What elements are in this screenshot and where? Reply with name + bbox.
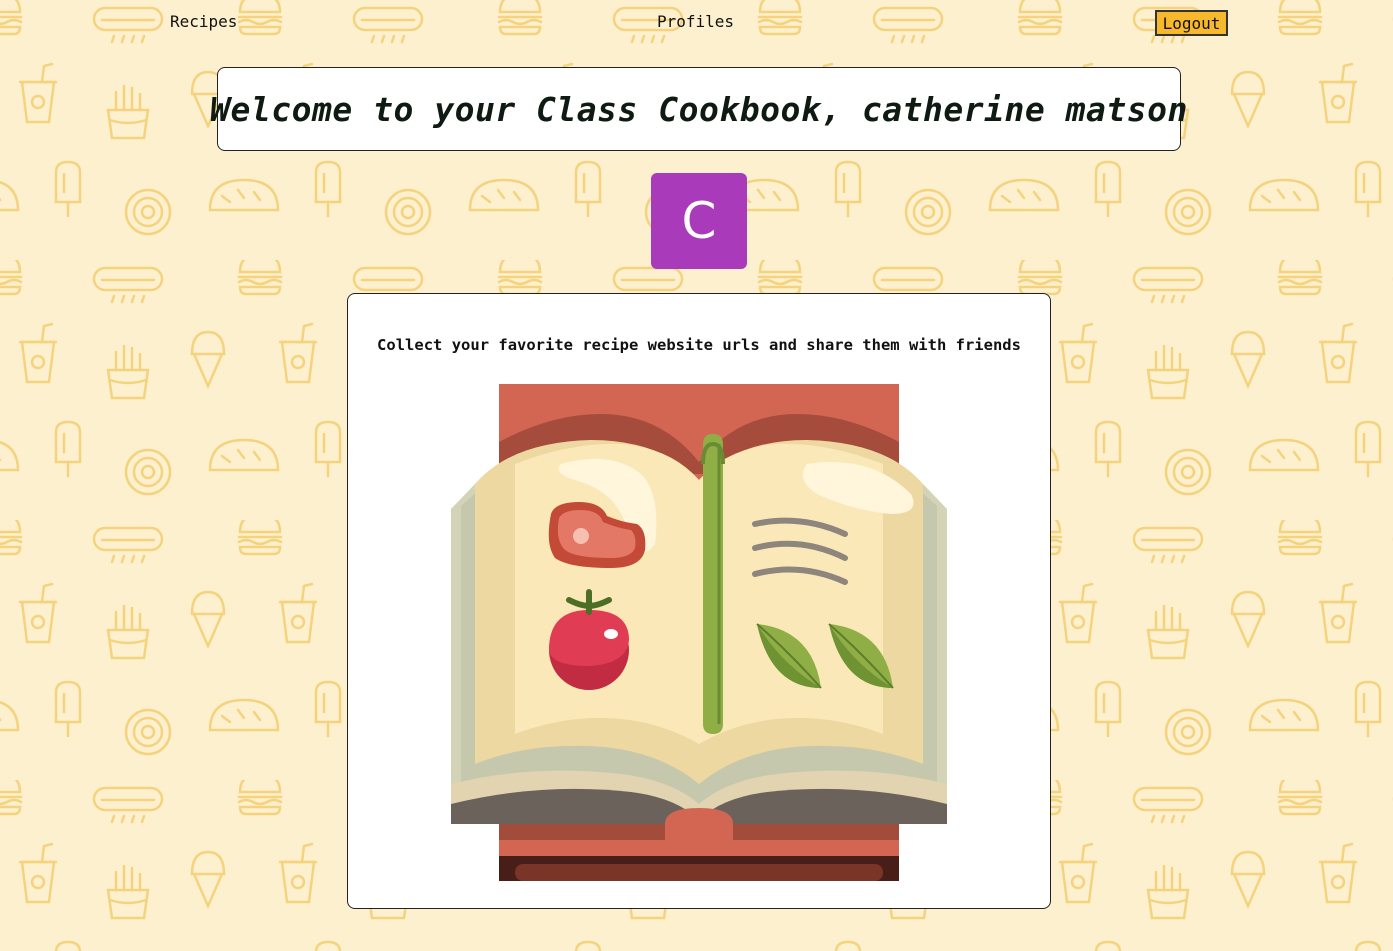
open-cookbook-icon (451, 384, 947, 881)
page-title: Welcome to your Class Cookbook, catherin… (210, 89, 1188, 129)
logout-button[interactable]: Logout (1155, 10, 1228, 36)
welcome-banner: Welcome to your Class Cookbook, catherin… (210, 67, 1187, 151)
intro-card: Collect your favorite recipe website url… (347, 293, 1051, 909)
avatar: C (651, 173, 747, 269)
nav-recipes-link[interactable]: Recipes (170, 12, 237, 31)
intro-tagline: Collect your favorite recipe website url… (377, 336, 1021, 354)
nav-profiles-link[interactable]: Profiles (657, 12, 734, 31)
top-nav: Recipes Profiles Logout (0, 0, 1393, 46)
